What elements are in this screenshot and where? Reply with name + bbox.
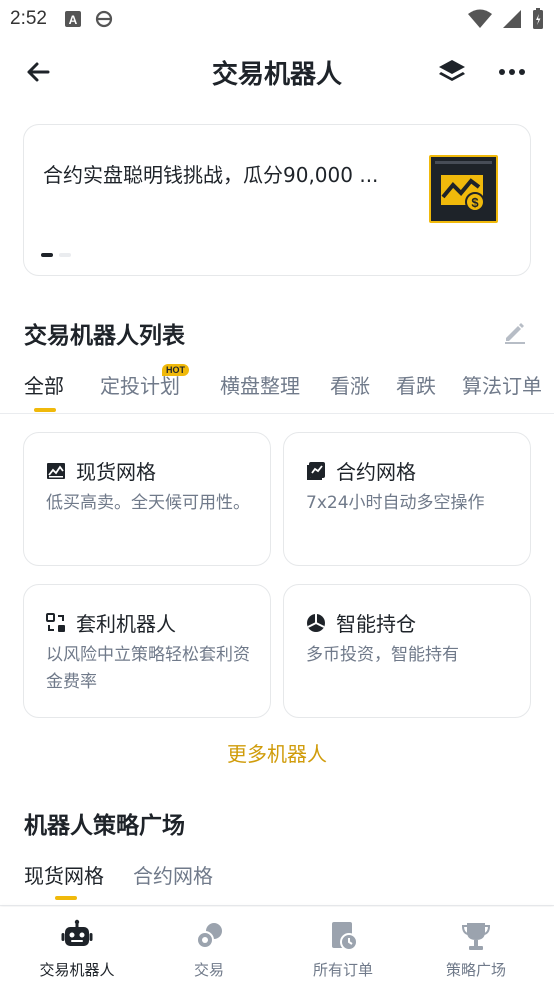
more-robots-link[interactable]: 更多机器人 — [0, 738, 554, 767]
page-title: 交易机器人 — [211, 60, 342, 90]
nav-label: 策略广场 — [445, 961, 506, 979]
pager-dot — [41, 253, 53, 257]
active-tab-indicator — [34, 408, 56, 412]
banner-text: 合约实盘聪明钱挑战，瓜分90,000 ... — [43, 163, 379, 187]
tab-algo-orders[interactable]: 算法订单 — [462, 370, 542, 399]
card-spot-grid[interactable]: 现货网格 低买高卖。全天候可用性。 — [23, 432, 271, 566]
card-description: 以风险中立策略轻松套利资金费率 — [46, 645, 250, 692]
nav-trading-bots[interactable]: 交易机器人 — [22, 919, 132, 980]
tab-bullish[interactable]: 看涨 — [330, 370, 370, 399]
trade-icon — [196, 923, 222, 949]
card-arbitrage-bot[interactable]: 套利机器人 以风险中立策略轻松套利资金费率 — [23, 584, 271, 718]
status-bar: 2:52 A — [0, 0, 554, 38]
nav-label: 交易机器人 — [39, 961, 115, 979]
strategy-tabs: 现货网格 合约网格 — [0, 856, 554, 906]
layers-icon[interactable] — [436, 56, 468, 88]
more-options-icon[interactable] — [496, 56, 528, 88]
card-description: 7x24小时自动多空操作 — [306, 493, 485, 513]
status-time: 2:52 — [10, 8, 47, 29]
banner-pager — [41, 253, 71, 257]
svg-text:A: A — [69, 13, 78, 27]
orders-icon — [332, 922, 358, 951]
bottom-navigation: 交易机器人 交易 所有订单 策略广场 — [0, 907, 554, 984]
card-smart-portfolio[interactable]: 智能持仓 多币投资，智能持有 — [283, 584, 531, 718]
spot-grid-icon — [47, 462, 65, 479]
pager-dot — [59, 253, 71, 257]
robot-icon — [61, 919, 93, 946]
card-title: 现货网格 — [76, 460, 156, 484]
tab-futures-grid[interactable]: 合约网格 — [133, 860, 213, 889]
card-title: 智能持仓 — [336, 612, 416, 636]
futures-grid-icon — [307, 461, 325, 480]
app-header: 交易机器人 — [0, 38, 554, 104]
hot-badge: HOT — [162, 364, 189, 376]
nav-all-orders[interactable]: 所有订单 — [288, 919, 398, 980]
tab-sideways[interactable]: 横盘整理 — [220, 370, 300, 399]
battery-icon — [533, 8, 543, 29]
portfolio-icon — [307, 613, 325, 632]
accessibility-a-icon: A — [64, 11, 81, 27]
robot-list-title: 交易机器人列表 — [24, 323, 185, 349]
strategy-square-title: 机器人策略广场 — [24, 813, 185, 839]
signal-icon — [503, 10, 521, 28]
nav-trade[interactable]: 交易 — [154, 919, 264, 980]
arbitrage-icon — [46, 612, 65, 632]
card-description: 低买高卖。全天候可用性。 — [46, 493, 250, 513]
active-tab-indicator — [55, 896, 77, 900]
svg-text:$: $ — [471, 195, 479, 210]
tab-spot-grid[interactable]: 现货网格 — [24, 860, 104, 889]
nav-label: 交易 — [193, 961, 224, 979]
wifi-icon — [468, 9, 492, 28]
card-title: 合约网格 — [336, 460, 416, 484]
card-title: 套利机器人 — [76, 612, 176, 636]
chart-coin-icon: $ — [435, 161, 492, 212]
banner-image: $ — [429, 155, 498, 223]
nav-label: 所有订单 — [312, 961, 373, 979]
robot-category-tabs: 全部 定投计划 横盘整理 看涨 看跌 算法订单 — [0, 362, 554, 414]
tab-all[interactable]: 全部 — [24, 370, 64, 399]
card-futures-grid[interactable]: 合约网格 7x24小时自动多空操作 — [283, 432, 531, 566]
nav-strategy-square[interactable]: 策略广场 — [421, 919, 531, 980]
trophy-icon — [461, 923, 491, 950]
edit-icon[interactable] — [502, 318, 528, 344]
promo-banner[interactable]: 合约实盘聪明钱挑战，瓜分90,000 ... $ — [23, 124, 531, 276]
card-description: 多币投资，智能持有 — [306, 645, 459, 665]
tab-bearish[interactable]: 看跌 — [396, 370, 436, 399]
browser-e-icon — [95, 10, 113, 28]
